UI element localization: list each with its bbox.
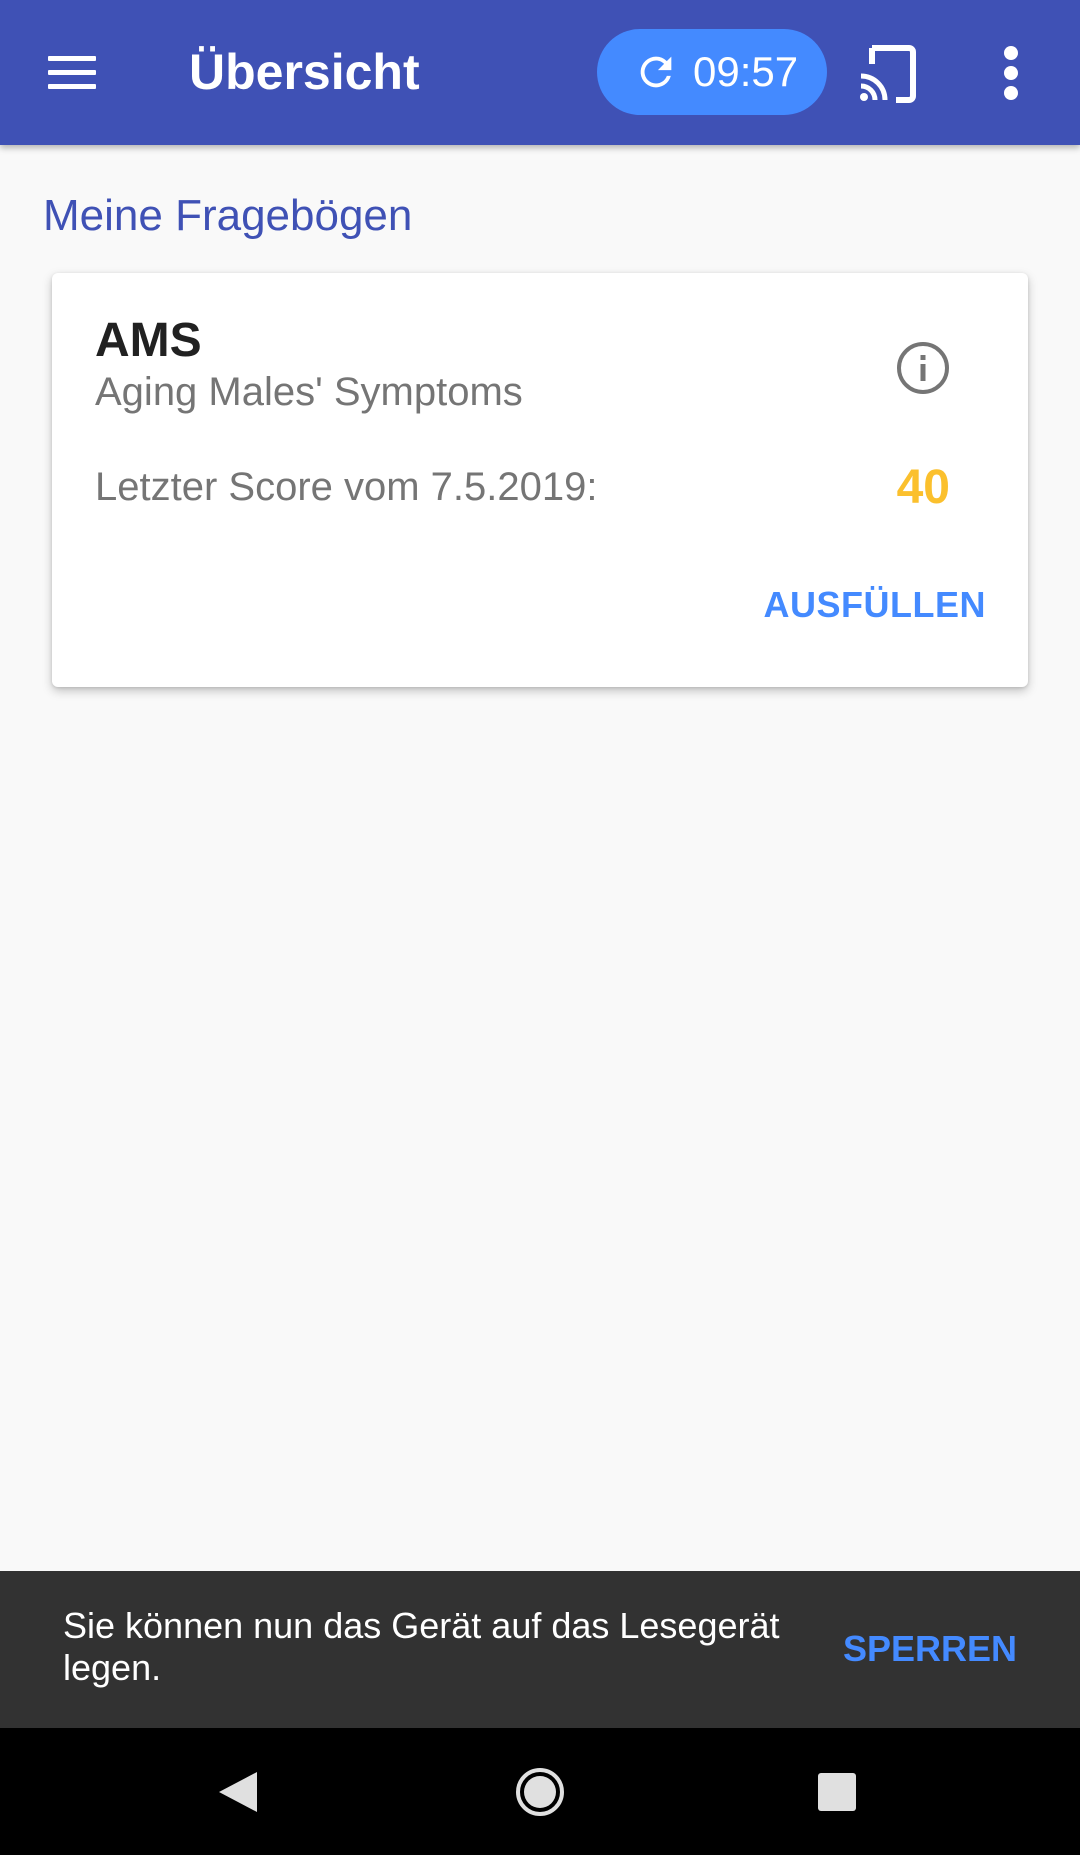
section-title: Meine Fragebögen	[43, 191, 413, 240]
snackbar-message: Sie können nun das Gerät auf das Leseger…	[63, 1605, 780, 1688]
app-bar: Übersicht 09:57	[0, 0, 1080, 145]
last-score-value: 40	[896, 461, 950, 514]
questionnaire-card: AMS Aging Males' Symptoms Letzter Score …	[52, 273, 1028, 687]
back-icon[interactable]	[207, 1760, 271, 1824]
system-navigation-bar	[0, 1728, 1080, 1855]
questionnaire-title: AMS	[95, 314, 202, 367]
recents-icon[interactable]	[805, 1760, 869, 1824]
questionnaire-subtitle: Aging Males' Symptoms	[95, 370, 523, 414]
snackbar: Sie können nun das Gerät auf das Leseger…	[0, 1571, 1080, 1728]
page-title: Übersicht	[189, 44, 420, 100]
fill-out-button[interactable]: AUSFÜLLEN	[764, 583, 987, 627]
hamburger-menu-icon[interactable]	[44, 48, 102, 98]
refresh-icon	[640, 56, 672, 88]
home-icon[interactable]	[508, 1760, 572, 1824]
sync-time: 09:57	[693, 48, 799, 95]
last-score-label: Letzter Score vom 7.5.2019:	[95, 465, 598, 509]
sync-button[interactable]: 09:57	[597, 29, 827, 115]
lock-button[interactable]: SPERREN	[843, 1627, 1017, 1671]
cast-icon[interactable]	[858, 38, 918, 106]
info-icon[interactable]	[895, 340, 951, 396]
